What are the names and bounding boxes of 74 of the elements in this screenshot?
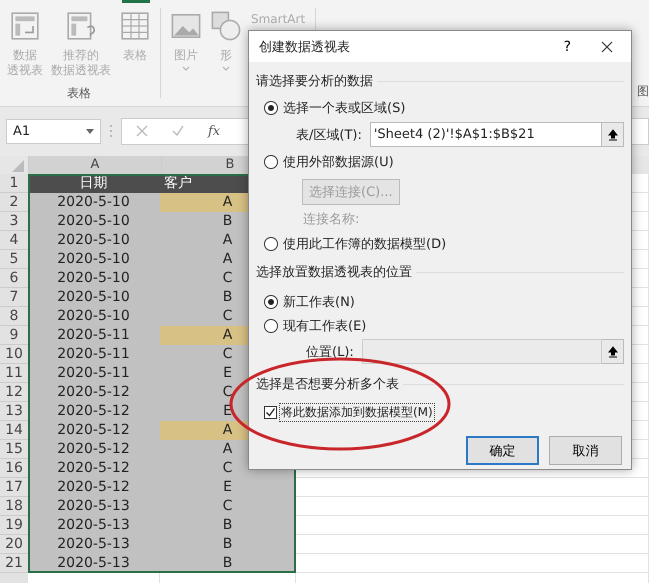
table-cell: 2020-5-13 xyxy=(28,516,160,535)
close-icon[interactable] xyxy=(601,40,613,52)
row-header[interactable]: 6 xyxy=(0,269,28,288)
table-cell: 2020-5-11 xyxy=(28,345,160,364)
grip-icon xyxy=(109,123,113,139)
row-header[interactable]: 10 xyxy=(0,345,28,364)
field-label: 表/区域(T): xyxy=(296,126,362,144)
group-label: 图 xyxy=(637,83,649,100)
row-header[interactable]: 14 xyxy=(0,421,28,440)
row-header[interactable]: 8 xyxy=(0,307,28,326)
row-header[interactable]: 3 xyxy=(0,212,28,231)
table-cell: 2020-5-10 xyxy=(28,269,160,288)
table-cell: 2020-5-13 xyxy=(28,535,160,554)
table-cell: 2020-5-12 xyxy=(28,459,160,478)
table-question-icon xyxy=(65,10,97,42)
table-cell: C xyxy=(160,497,296,516)
row-header[interactable]: 11 xyxy=(0,364,28,383)
row-header[interactable]: 12 xyxy=(0,383,28,402)
row-header[interactable]: 15 xyxy=(0,440,28,459)
table-cell: 2020-5-12 xyxy=(28,421,160,440)
check-icon[interactable] xyxy=(172,125,184,137)
table-cell: 2020-5-10 xyxy=(28,250,160,269)
arrow-up-icon xyxy=(608,128,618,140)
dialog-button[interactable]: 取消 xyxy=(549,436,622,465)
row-header[interactable]: 17 xyxy=(0,478,28,497)
checkbox[interactable] xyxy=(264,406,277,419)
radio-option[interactable]: 选择一个表或区域(S) xyxy=(264,99,406,117)
checkbox-label[interactable]: 将此数据添加到数据模型(M) xyxy=(279,403,435,422)
table-cell: 2020-5-10 xyxy=(28,288,160,307)
cancel-icon[interactable] xyxy=(136,125,148,137)
table-cell: 2020-5-10 xyxy=(28,307,160,326)
table-cell: 2020-5-12 xyxy=(28,478,160,497)
table-cell: 2020-5-13 xyxy=(28,497,160,516)
table-cell: 2020-5-10 xyxy=(28,193,160,212)
table-cell: 2020-5-11 xyxy=(28,364,160,383)
row-header[interactable]: 1 xyxy=(0,174,28,193)
section-heading: 请选择要分析的数据 xyxy=(256,73,373,90)
connection-name-label: 连接名称: xyxy=(303,211,360,228)
caret-icon xyxy=(222,66,230,71)
column-header[interactable]: A xyxy=(28,156,161,174)
range-field[interactable]: 'Sheet4 (2)'!$A$1:$B$21 xyxy=(370,122,602,147)
dialog-button[interactable]: 确定 xyxy=(466,436,539,465)
caret-icon xyxy=(182,66,190,71)
field-label: 位置(L): xyxy=(306,344,354,360)
row-header[interactable]: 13 xyxy=(0,402,28,421)
insert-function-button[interactable]: fx xyxy=(208,124,220,138)
help-button[interactable]: ? xyxy=(564,38,571,54)
row-header[interactable]: 18 xyxy=(0,497,28,516)
row-header[interactable]: 2 xyxy=(0,193,28,212)
collapse-button[interactable] xyxy=(602,339,624,364)
row-header[interactable]: 20 xyxy=(0,535,28,554)
row-header[interactable]: 7 xyxy=(0,288,28,307)
row-header[interactable]: 21 xyxy=(0,554,28,573)
table-cell: 2020-5-11 xyxy=(28,326,160,345)
row-header[interactable]: 19 xyxy=(0,516,28,535)
table-cell: B xyxy=(160,535,296,554)
name-box[interactable]: A1 xyxy=(6,118,101,144)
table-cell: 2020-5-12 xyxy=(28,402,160,421)
row-header[interactable]: 4 xyxy=(0,231,28,250)
collapse-button[interactable] xyxy=(602,122,624,147)
row-header[interactable]: 16 xyxy=(0,459,28,478)
shapes-icon xyxy=(210,10,242,42)
caret-icon xyxy=(86,128,94,134)
table-cell: E xyxy=(160,478,296,497)
dialog-title: 创建数据透视表 xyxy=(259,38,351,56)
table-cell: 2020-5-10 xyxy=(28,231,160,250)
table-cell: 2020-5-12 xyxy=(28,440,160,459)
table-cell: 2020-5-12 xyxy=(28,383,160,402)
row-header[interactable]: 5 xyxy=(0,250,28,269)
table-cell: B xyxy=(160,516,296,535)
row-header[interactable]: 9 xyxy=(0,326,28,345)
group-label: 表格 xyxy=(67,85,91,102)
arrow-up-icon xyxy=(608,346,618,358)
table-cell: 2020-5-10 xyxy=(28,212,160,231)
